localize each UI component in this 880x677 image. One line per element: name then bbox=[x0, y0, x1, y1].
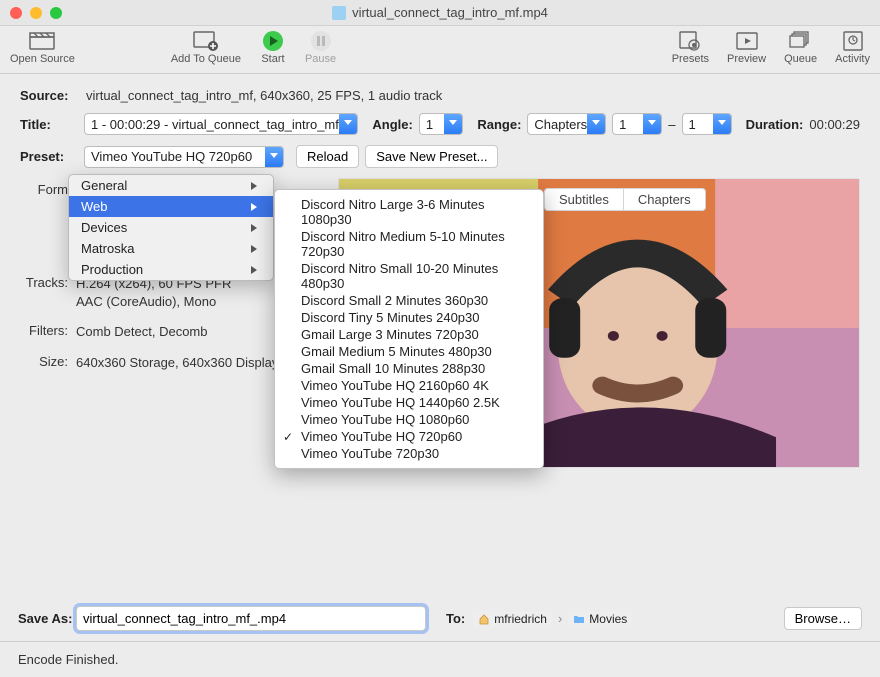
play-icon bbox=[259, 30, 287, 52]
preset-label: Preset: bbox=[20, 149, 78, 164]
close-window-button[interactable] bbox=[10, 7, 22, 19]
activity-icon bbox=[839, 30, 867, 52]
preset-web-item[interactable]: Discord Nitro Small 10-20 Minutes 480p30 bbox=[275, 260, 543, 292]
user-home-chip[interactable]: mfriedrich bbox=[473, 611, 552, 627]
file-icon bbox=[332, 6, 346, 20]
chevron-right-icon bbox=[251, 203, 261, 211]
chevron-right-icon bbox=[251, 182, 261, 190]
movies-folder-chip[interactable]: Movies bbox=[568, 611, 632, 627]
preset-select[interactable]: Vimeo YouTube HQ 720p60 bbox=[84, 146, 284, 168]
preset-web-item[interactable]: Discord Small 2 Minutes 360p30 bbox=[275, 292, 543, 309]
save-new-preset-button[interactable]: Save New Preset... bbox=[365, 145, 498, 168]
chevron-right-icon: › bbox=[558, 611, 562, 626]
angle-label: Angle: bbox=[372, 117, 412, 132]
activity-button[interactable]: Activity bbox=[835, 30, 870, 65]
preset-web-item[interactable]: Vimeo YouTube HQ 1080p60 bbox=[275, 411, 543, 428]
duration-label: Duration: bbox=[746, 117, 804, 132]
pause-button: Pause bbox=[305, 30, 336, 65]
preset-category-menu[interactable]: General Web Devices Matroska Production bbox=[68, 174, 274, 281]
tab-subtitles[interactable]: Subtitles bbox=[544, 188, 624, 211]
window-title: virtual_connect_tag_intro_mf.mp4 bbox=[352, 5, 548, 20]
source-label: Source: bbox=[20, 88, 78, 103]
chevron-right-icon bbox=[251, 266, 261, 274]
browse-button[interactable]: Browse… bbox=[784, 607, 862, 630]
preset-web-item[interactable]: Discord Tiny 5 Minutes 240p30 bbox=[275, 309, 543, 326]
status-bar: Encode Finished. bbox=[0, 641, 880, 677]
preview-button[interactable]: Preview bbox=[727, 30, 766, 65]
to-label: To: bbox=[446, 611, 465, 626]
range-label: Range: bbox=[477, 117, 521, 132]
range-mode-select[interactable]: Chapters bbox=[527, 113, 606, 135]
preset-menu-web[interactable]: Web bbox=[69, 196, 273, 217]
presets-icon bbox=[676, 30, 704, 52]
title-label: Title: bbox=[20, 117, 78, 132]
range-from-select[interactable]: 1 bbox=[612, 113, 662, 135]
tracks-label: Tracks: bbox=[20, 275, 76, 311]
open-source-button[interactable]: Open Source bbox=[10, 30, 75, 65]
reload-button[interactable]: Reload bbox=[296, 145, 359, 168]
filters-label: Filters: bbox=[20, 323, 76, 341]
preset-menu-matroska[interactable]: Matroska bbox=[69, 238, 273, 259]
preset-web-item[interactable]: Gmail Medium 5 Minutes 480p30 bbox=[275, 343, 543, 360]
preset-menu-general[interactable]: General bbox=[69, 175, 273, 196]
tabs-strip: Subtitles Chapters bbox=[544, 188, 706, 211]
chevron-right-icon bbox=[251, 224, 261, 232]
save-as-label: Save As: bbox=[18, 611, 76, 626]
presets-button[interactable]: Presets bbox=[672, 30, 709, 65]
range-to-select[interactable]: 1 bbox=[682, 113, 732, 135]
source-value: virtual_connect_tag_intro_mf, 640x360, 2… bbox=[86, 88, 442, 103]
tab-chapters[interactable]: Chapters bbox=[624, 188, 706, 211]
preset-web-item[interactable]: Vimeo YouTube HQ 2160p60 4K bbox=[275, 377, 543, 394]
title-select[interactable]: 1 - 00:00:29 - virtual_connect_tag_intro… bbox=[84, 113, 358, 135]
image-plus-icon bbox=[192, 30, 220, 52]
duration-value: 00:00:29 bbox=[809, 117, 860, 132]
chevron-right-icon bbox=[251, 245, 261, 253]
preset-web-item[interactable]: Vimeo YouTube HQ 720p60✓ bbox=[275, 428, 543, 445]
range-dash: – bbox=[668, 117, 675, 132]
pause-icon bbox=[307, 30, 335, 52]
angle-select[interactable]: 1 bbox=[419, 113, 464, 135]
preset-web-item[interactable]: Vimeo YouTube HQ 1440p60 2.5K bbox=[275, 394, 543, 411]
preset-menu-devices[interactable]: Devices bbox=[69, 217, 273, 238]
preset-web-submenu[interactable]: Discord Nitro Large 3-6 Minutes 1080p30D… bbox=[274, 189, 544, 469]
window-titlebar: virtual_connect_tag_intro_mf.mp4 bbox=[0, 0, 880, 26]
preset-menu-production[interactable]: Production bbox=[69, 259, 273, 280]
queue-icon bbox=[787, 30, 815, 52]
queue-button[interactable]: Queue bbox=[784, 30, 817, 65]
status-text: Encode Finished. bbox=[18, 652, 118, 667]
save-as-input[interactable] bbox=[76, 606, 426, 631]
start-button[interactable]: Start bbox=[259, 30, 287, 65]
preset-web-item[interactable]: Discord Nitro Medium 5-10 Minutes 720p30 bbox=[275, 228, 543, 260]
size-label: Size: bbox=[20, 354, 76, 372]
check-icon: ✓ bbox=[283, 430, 293, 444]
home-icon bbox=[478, 613, 490, 625]
fullscreen-window-button[interactable] bbox=[50, 7, 62, 19]
preset-web-item[interactable]: Discord Nitro Large 3-6 Minutes 1080p30 bbox=[275, 196, 543, 228]
add-to-queue-button[interactable]: Add To Queue bbox=[171, 30, 241, 65]
preset-web-item[interactable]: Gmail Small 10 Minutes 288p30 bbox=[275, 360, 543, 377]
main-toolbar: Open Source Add To Queue Start Pause Pre… bbox=[0, 26, 880, 74]
folder-icon bbox=[573, 614, 585, 624]
preview-icon bbox=[733, 30, 761, 52]
clapperboard-icon bbox=[28, 30, 56, 52]
preset-web-item[interactable]: Gmail Large 3 Minutes 720p30 bbox=[275, 326, 543, 343]
preset-web-item[interactable]: Vimeo YouTube 720p30 bbox=[275, 445, 543, 462]
minimize-window-button[interactable] bbox=[30, 7, 42, 19]
